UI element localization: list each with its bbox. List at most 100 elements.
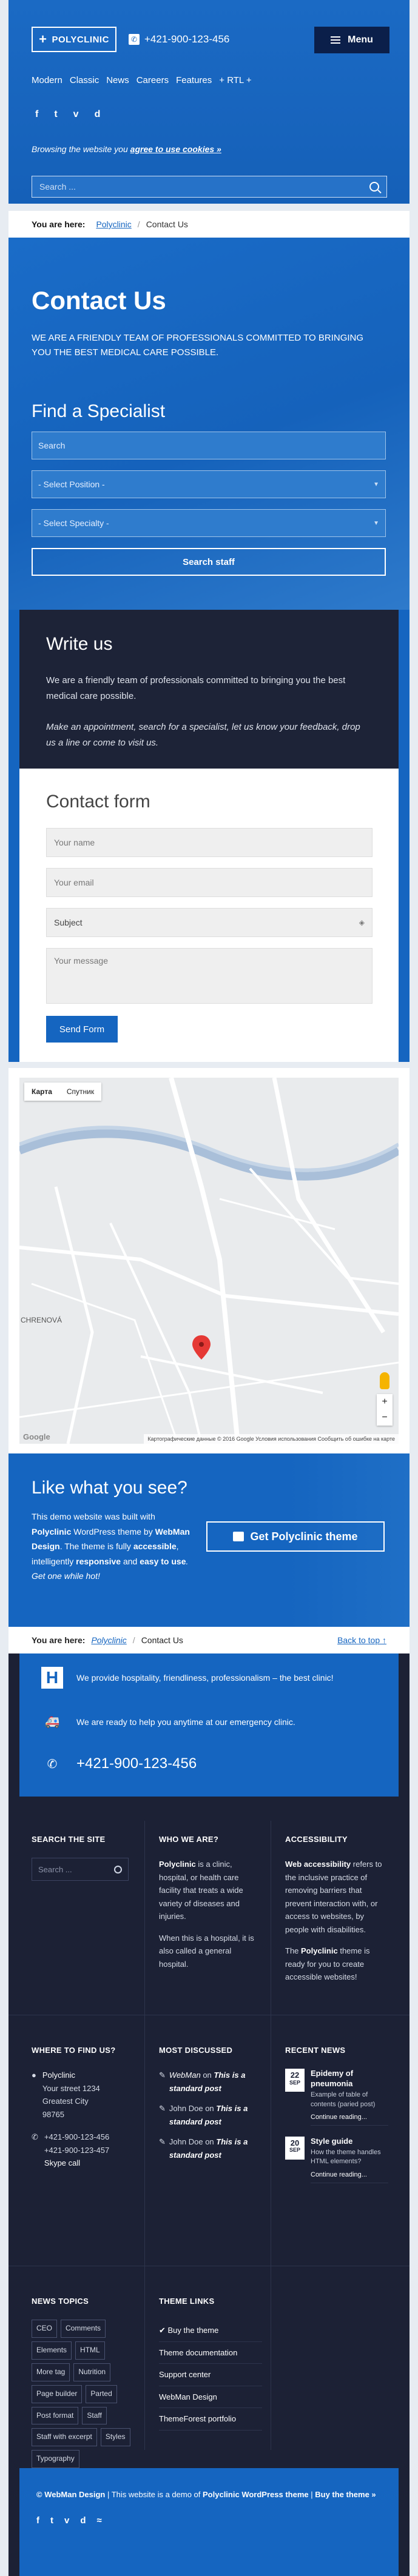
tag-link[interactable]: Post format <box>32 2406 79 2425</box>
pegman-icon[interactable] <box>380 1372 389 1389</box>
documentation-link[interactable]: Theme documentation <box>159 2342 262 2364</box>
email-placeholder: Your email <box>54 878 94 887</box>
dribbble-icon[interactable]: d <box>95 109 101 120</box>
who-text-2: When this is a hospital, it is also call… <box>159 1933 254 1969</box>
nav-item-modern[interactable]: Modern <box>32 75 62 85</box>
continue-reading-link[interactable]: Continue reading... <box>311 2112 388 2126</box>
zoom-in-button[interactable]: + <box>377 1394 393 1410</box>
buy-theme-link[interactable]: ✔ Buy the theme <box>159 2320 262 2342</box>
tag-link[interactable]: More tag <box>32 2363 70 2381</box>
tag-link[interactable]: HTML <box>75 2341 105 2360</box>
breadcrumb-label: You are here: <box>32 219 86 229</box>
nav-item-features[interactable]: Features <box>176 75 212 85</box>
nav-item-news[interactable]: News <box>106 75 129 85</box>
facebook-icon[interactable]: f <box>35 109 38 120</box>
footer-hospitality-row: H We provide hospitality, friendliness, … <box>41 1667 334 1689</box>
skype-link[interactable]: Skype call <box>44 2157 109 2169</box>
tag-link[interactable]: Staff with excerpt <box>32 2428 97 2447</box>
copyright-link[interactable]: © WebMan Design <box>36 2490 105 2499</box>
footer-search-input[interactable]: Search ... <box>32 1858 129 1881</box>
discussed-item: ✎ John Doe on This is a standard post <box>159 2102 262 2128</box>
nav-item-rtl[interactable]: + RTL + <box>219 75 251 85</box>
tag-link[interactable]: Parted <box>86 2384 117 2403</box>
dribbble-icon[interactable]: d <box>80 2514 86 2528</box>
news-date: 20 SEP <box>285 2137 305 2160</box>
breadcrumb-home-link[interactable]: Polyclinic <box>91 1635 126 1645</box>
tag-link[interactable]: Elements <box>32 2341 72 2360</box>
back-to-top-link[interactable]: Back to top ↑ <box>337 1635 386 1645</box>
comment-on: on <box>203 2070 212 2080</box>
map-canvas[interactable]: CHRENOVÁ <box>19 1078 399 1444</box>
subject-select[interactable]: Subject ◈ <box>46 908 372 937</box>
breadcrumb-home-link[interactable]: Polyclinic <box>96 219 131 229</box>
themeforest-link[interactable]: ThemeForest portfolio <box>159 2408 262 2431</box>
footer-line2: We are ready to help you anytime at our … <box>76 1717 295 1727</box>
news-title[interactable]: Epidemy of pneumonia <box>311 2069 388 2089</box>
hamburger-icon <box>331 36 341 44</box>
map-section: CHRENOVÁ Карта Спутник + − Google Картог… <box>8 1068 410 1453</box>
tag-link[interactable]: Staff <box>82 2406 107 2425</box>
accessibility-text-part: The <box>285 1946 302 1956</box>
map-attribution[interactable]: Картографические данные © 2016 Google Ус… <box>144 1434 399 1444</box>
zoom-out-button[interactable]: − <box>377 1410 393 1426</box>
tag-link[interactable]: Page builder <box>32 2384 83 2403</box>
rss-icon[interactable]: ≈ <box>97 2514 102 2528</box>
vimeo-icon[interactable]: v <box>73 109 79 120</box>
news-title[interactable]: Style guide <box>311 2137 388 2147</box>
cta-text-part: and <box>121 1556 140 1566</box>
logo-button[interactable]: + POLYCLINIC <box>32 27 116 52</box>
phone-number[interactable]: +421-900-123-456 <box>44 2131 109 2143</box>
footer-phone-row[interactable]: ✆ +421-900-123-456 <box>41 1755 197 1772</box>
news-body: Epidemy of pneumonia Example of table of… <box>311 2069 388 2126</box>
vimeo-icon[interactable]: v <box>64 2514 69 2528</box>
breadcrumb-separator: / <box>137 219 140 229</box>
webman-link[interactable]: WebMan Design <box>159 2386 262 2409</box>
tag-link[interactable]: Typography <box>32 2450 79 2469</box>
comment-author[interactable]: WebMan <box>169 2070 201 2080</box>
copyright-link[interactable]: Polyclinic WordPress theme <box>203 2490 309 2499</box>
twitter-icon[interactable]: t <box>54 109 57 120</box>
staff-search-placeholder: Search <box>38 441 66 450</box>
tag-link[interactable]: Nutrition <box>73 2363 111 2381</box>
cta-text-part: easy to use <box>140 1556 186 1566</box>
accessibility-text-part: Polyclinic <box>301 1946 338 1956</box>
write-us-title: Write us <box>46 634 113 654</box>
message-placeholder: Your message <box>54 956 108 966</box>
header-phone[interactable]: ✆ +421-900-123-456 <box>129 33 229 45</box>
tag-link[interactable]: CEO <box>32 2320 58 2338</box>
nav-item-classic[interactable]: Classic <box>70 75 99 85</box>
twitter-icon[interactable]: t <box>50 2514 53 2528</box>
search-icon[interactable] <box>369 182 379 192</box>
specialty-select[interactable]: - Select Specialty - ▼ <box>32 509 386 537</box>
tab-satellite[interactable]: Спутник <box>59 1083 101 1101</box>
write-us-invitation: Make an appointment, search for a specia… <box>46 721 360 748</box>
menu-button[interactable]: Menu <box>314 27 389 53</box>
continue-reading-link[interactable]: Continue reading... <box>311 2169 388 2183</box>
tag-link[interactable]: Styles <box>100 2428 130 2447</box>
discussed-item: ✎ John Doe on This is a standard post <box>159 2135 262 2161</box>
header-search-input[interactable]: Search ... <box>32 176 387 198</box>
name-placeholder: Your name <box>54 838 95 847</box>
name-field[interactable]: Your name <box>46 828 372 857</box>
staff-search-input[interactable]: Search <box>32 432 386 459</box>
email-field[interactable]: Your email <box>46 868 372 897</box>
nav-item-careers[interactable]: Careers <box>137 75 169 85</box>
copyright-part: | <box>308 2490 315 2499</box>
site-header: + POLYCLINIC ✆ +421-900-123-456 Menu Mod… <box>8 0 410 204</box>
hero-section: Contact Us WE ARE A FRIENDLY TEAM OF PRO… <box>8 238 410 610</box>
cookie-link[interactable]: agree to use cookies » <box>130 144 221 154</box>
copyright-link[interactable]: Buy the theme » <box>315 2490 376 2499</box>
search-icon[interactable] <box>114 1865 122 1874</box>
position-select[interactable]: - Select Position - ▼ <box>32 470 386 498</box>
send-form-button[interactable]: Send Form <box>46 1016 118 1043</box>
get-theme-button[interactable]: Get Polyclinic theme <box>206 1521 385 1552</box>
support-link[interactable]: Support center <box>159 2364 262 2386</box>
search-staff-button[interactable]: Search staff <box>32 548 386 576</box>
google-map[interactable]: CHRENOVÁ Карта Спутник + − Google Картог… <box>19 1078 399 1444</box>
tab-map[interactable]: Карта <box>24 1083 59 1101</box>
facebook-icon[interactable]: f <box>36 2514 39 2528</box>
tag-link[interactable]: Comments <box>61 2320 106 2338</box>
phone-number[interactable]: +421-900-123-457 <box>44 2144 109 2157</box>
message-field[interactable]: Your message <box>46 948 372 1004</box>
cta-title: Like what you see? <box>32 1478 187 1498</box>
